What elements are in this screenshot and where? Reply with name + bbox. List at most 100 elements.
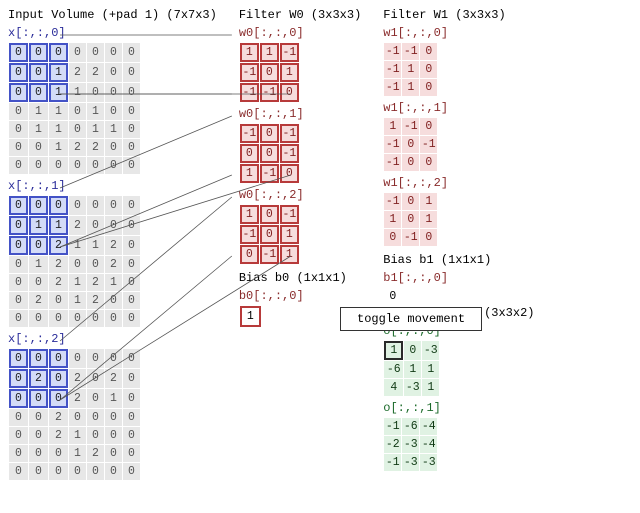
cell: 1 [49,83,68,102]
cell: 1 [404,361,421,378]
cell: 0 [105,139,122,156]
cell: -3 [404,379,421,396]
cell: 0 [280,164,299,183]
cell: -1 [420,136,437,153]
cell: 4 [384,379,403,396]
cell: 0 [9,236,28,255]
bias0-cell: 1 [239,305,262,328]
filter0-title: Filter W0 (3x3x3) [239,8,361,22]
cell: 0 [384,229,401,246]
cell: 1 [69,83,86,102]
cell: 0 [240,245,259,264]
cell: 0 [87,196,104,215]
cell: 0 [123,389,140,408]
cell: -1 [402,43,419,60]
cell: 0 [123,236,140,255]
cell: 0 [240,144,259,163]
cell: 0 [49,389,68,408]
w1-slice-0: -1-10-110-110 [383,42,438,97]
cell: 1 [422,361,439,378]
input-slice-0: 0000000001220000110000110100011011000122… [8,42,141,175]
cell: -1 [260,164,279,183]
cell: -3 [402,454,419,471]
cell: 0 [29,463,48,480]
cell: 0 [87,427,104,444]
cell: 0 [404,341,421,360]
cell: 0 [420,154,437,171]
cell: 0 [9,196,28,215]
cell: 0 [69,256,86,273]
cell: 1 [49,121,68,138]
cell: 0 [420,61,437,78]
cell: 2 [69,139,86,156]
cell: 0 [9,409,28,426]
cell: -4 [420,418,437,435]
cell: 0 [280,83,299,102]
cell: 0 [29,196,48,215]
cell: -1 [260,83,279,102]
cell: 1 [49,103,68,120]
output-slice-1: -1-6-4-2-3-4-1-3-3 [383,417,438,472]
cell: 0 [105,83,122,102]
cell: 2 [87,292,104,309]
cell: 1 [49,139,68,156]
cell: 0 [420,229,437,246]
cell: 0 [87,216,104,235]
cell: 1 [29,121,48,138]
cell: -1 [240,225,259,244]
cell: 2 [87,63,104,82]
cell: 0 [123,463,140,480]
cell: 0 [105,63,122,82]
cell: 2 [69,63,86,82]
cell: -3 [402,436,419,453]
cell: -1 [384,61,401,78]
w0-slice-1: -10-100-11-10 [239,123,300,184]
cell: 0 [420,43,437,60]
w0-slice-2: 10-1-1010-11 [239,204,300,265]
cell: 0 [9,274,28,291]
cell: 0 [123,445,140,462]
cell: 0 [69,103,86,120]
cell: 0 [49,349,68,368]
cell: 0 [49,43,68,62]
cell: 0 [420,79,437,96]
cell: 0 [9,216,28,235]
cell: -4 [420,436,437,453]
cell: 0 [69,409,86,426]
cell: 0 [123,83,140,102]
toggle-movement-button[interactable]: toggle movement [340,307,482,331]
cell: 0 [49,463,68,480]
cell: 0 [9,427,28,444]
cell: 0 [9,103,28,120]
slice-label: w1[:,:,2] [383,176,505,190]
cell: 2 [49,256,68,273]
cell: -1 [402,118,419,135]
cell: 0 [123,63,140,82]
cell: 0 [69,196,86,215]
cell: 0 [87,83,104,102]
cell: 1 [29,216,48,235]
cell: 2 [87,445,104,462]
cell: 1 [105,121,122,138]
cell: 0 [402,154,419,171]
cell: 1 [29,256,48,273]
cell: 1 [420,193,437,210]
cell: 0 [123,121,140,138]
cell: 0 [69,310,86,327]
cell: 0 [105,292,122,309]
cell: 1 [402,79,419,96]
cell: 0 [402,211,419,228]
cell: 1 [280,225,299,244]
bias0-title: Bias b0 (1x1x1) [239,271,361,285]
cell: 1 [280,63,299,82]
cell: 0 [29,310,48,327]
cell: -3 [422,341,439,360]
cell: 0 [87,256,104,273]
slice-label: w1[:,:,1] [383,101,505,115]
cell: 2 [29,369,48,388]
cell: 0 [123,216,140,235]
slice-label: x[:,:,0] [8,26,217,40]
slice-label: b0[:,:,0] [239,289,361,303]
cell: 0 [29,349,48,368]
slice-label: b1[:,:,0] [383,271,505,285]
